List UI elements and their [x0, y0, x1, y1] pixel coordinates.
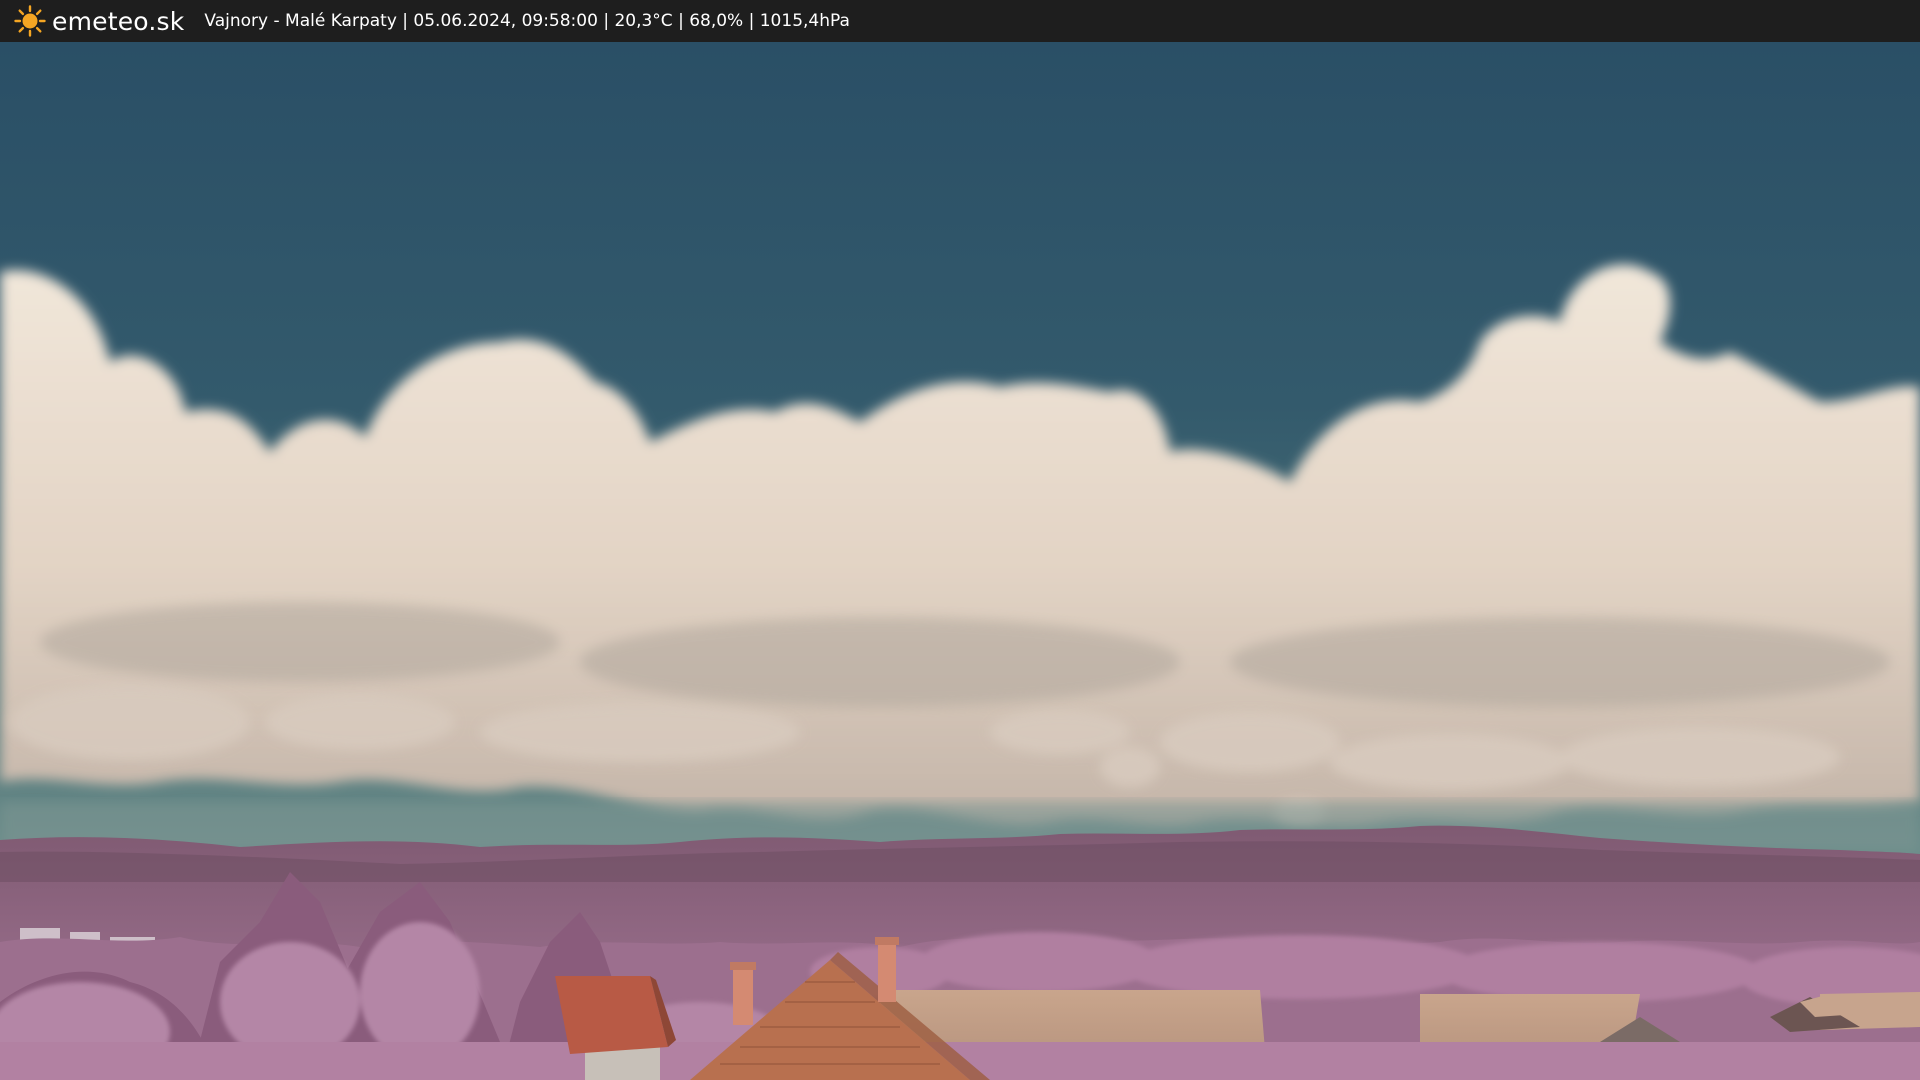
- webcam-image: [0, 42, 1920, 1080]
- sun-icon: [14, 5, 46, 37]
- webcam-scene: [0, 42, 1920, 1080]
- brand-name: emeteo.sk: [52, 6, 185, 36]
- chimney-right: [878, 942, 896, 1002]
- brand-logo[interactable]: emeteo.sk: [14, 5, 184, 37]
- chimney-left: [733, 967, 753, 1025]
- top-info-bar: emeteo.sk Vajnory - Malé Karpaty | 05.06…: [0, 0, 1920, 42]
- webcam-frame: emeteo.sk Vajnory - Malé Karpaty | 05.06…: [0, 0, 1920, 1080]
- weather-status-line: Vajnory - Malé Karpaty | 05.06.2024, 09:…: [204, 11, 850, 31]
